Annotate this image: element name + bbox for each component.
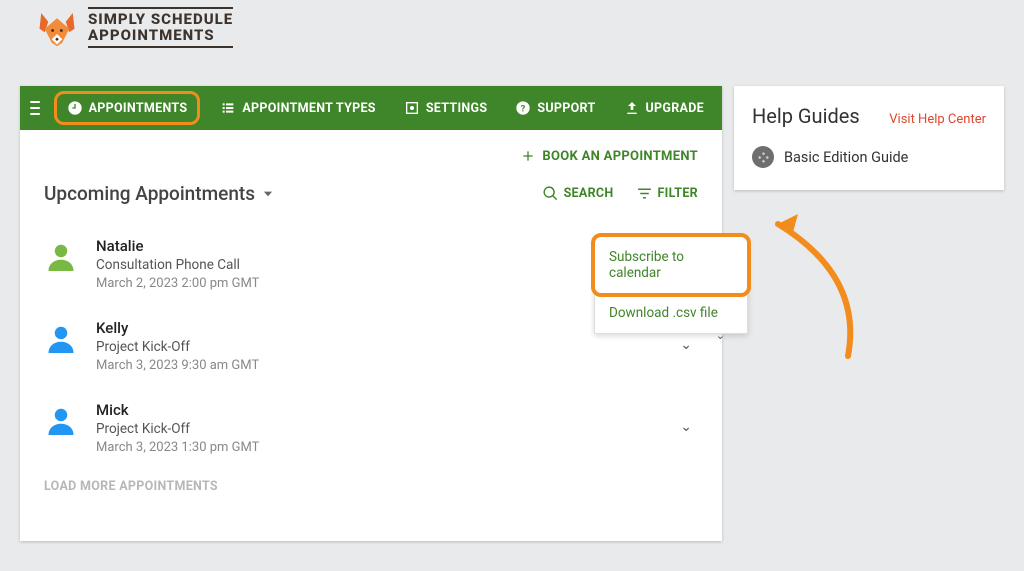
nav-support-label: SUPPORT [537,101,595,116]
book-appointment-button[interactable]: BOOK AN APPOINTMENT [520,148,698,164]
dropdown-triangle-icon [261,187,275,201]
nav-appointment-types[interactable]: APPOINTMENT TYPES [212,94,383,122]
subscribe-to-calendar[interactable]: Subscribe to calendar [591,233,751,297]
list-icon [220,100,236,116]
nav-upgrade[interactable]: UPGRADE [616,94,712,122]
visit-help-center-link[interactable]: Visit Help Center [889,112,986,127]
settings-icon [404,100,420,116]
help-icon: ? [515,100,531,116]
help-title: Help Guides [752,104,860,128]
download-csv[interactable]: Download .csv file ⌄ [595,293,747,333]
nav-upgrade-label: UPGRADE [646,101,704,116]
brand-logo: SIMPLY SCHEDULE APPOINTMENTS [36,6,233,48]
search-label: SEARCH [564,186,614,201]
nav-settings[interactable]: SETTINGS [396,94,496,122]
filter-icon [636,185,653,202]
appointment-time: March 3, 2023 1:30 pm GMT [96,440,660,455]
download-csv-label: Download .csv file [609,305,718,321]
avatar-icon [46,405,76,435]
svg-text:?: ? [521,103,526,114]
export-menu: Subscribe to calendar Download .csv file… [594,236,748,334]
appointment-type: Project Kick-Off [96,339,660,355]
plus-icon [520,148,536,164]
page-title[interactable]: Upcoming Appointments [44,182,275,205]
search-icon [542,185,559,202]
upload-icon [624,100,640,116]
guide-label: Basic Edition Guide [784,149,908,166]
filter-button[interactable]: FILTER [636,185,698,202]
load-more-button[interactable]: LOAD MORE APPOINTMENTS [44,479,698,494]
appointment-name: Kelly [96,319,660,337]
nav-types-label: APPOINTMENT TYPES [242,101,375,116]
appointment-type: Project Kick-Off [96,421,660,437]
page-title-text: Upcoming Appointments [44,182,255,205]
avatar-icon [46,241,76,271]
chevron-down-icon[interactable]: ⌄ [680,419,692,435]
guide-item[interactable]: Basic Edition Guide [752,146,986,168]
filter-label: FILTER [658,186,698,201]
chevron-down-icon: ⌄ [716,329,725,342]
appointment-time: March 3, 2023 9:30 am GMT [96,358,660,373]
hamburger-icon[interactable] [30,97,40,119]
nav-appointments-label: APPOINTMENTS [89,101,188,116]
book-appointment-label: BOOK AN APPOINTMENT [542,149,698,164]
navbar: APPOINTMENTS APPOINTMENT TYPES SETTINGS … [20,86,722,130]
nav-settings-label: SETTINGS [426,101,488,116]
main-panel: APPOINTMENTS APPOINTMENT TYPES SETTINGS … [20,86,722,541]
list-item[interactable]: Mick Project Kick-Off March 3, 2023 1:30… [44,391,698,473]
fox-icon [36,6,78,48]
clock-icon [67,100,83,116]
search-button[interactable]: SEARCH [542,185,614,202]
avatar-icon [46,323,76,353]
brand-line1: SIMPLY SCHEDULE [88,7,233,28]
chevron-down-icon[interactable]: ⌄ [680,337,692,353]
nav-appointments[interactable]: APPOINTMENTS [54,91,201,125]
guide-icon [752,146,774,168]
nav-support[interactable]: ? SUPPORT [507,94,603,122]
appointment-name: Mick [96,401,660,419]
help-panel: Help Guides Visit Help Center Basic Edit… [734,86,1004,190]
annotation-arrow [768,206,868,366]
brand-line2: APPOINTMENTS [88,27,233,48]
